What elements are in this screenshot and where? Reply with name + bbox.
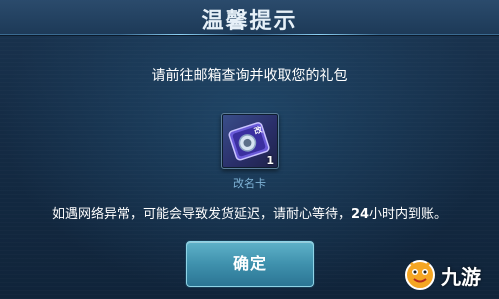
watermark-text: 九游	[441, 265, 481, 289]
mailbox-message: 请前往邮箱查询并收取您的礼包	[151, 68, 348, 84]
jiuyou-logo-icon	[405, 260, 435, 290]
jiuyou-watermark: 九游	[403, 255, 493, 293]
dialog-title: 温馨提示	[201, 9, 298, 34]
delivery-notice: 如遇网络异常，可能会导致发货延迟，请耐心等待，24小时内到账。	[0, 203, 499, 222]
dialog-title-bar: 温馨提示	[0, 0, 499, 35]
item-name: 改名卡	[233, 177, 266, 190]
notice-prefix: 如遇网络异常，可能会导致发货延迟，请耐心等待，	[51, 207, 351, 222]
notice-suffix: 小时内到账。	[369, 207, 448, 222]
reward-item-slot[interactable]: 改 1	[221, 113, 279, 169]
notice-hours: 24	[350, 207, 370, 222]
confirm-button[interactable]: 确定	[186, 241, 314, 287]
item-count: 1	[266, 154, 274, 167]
